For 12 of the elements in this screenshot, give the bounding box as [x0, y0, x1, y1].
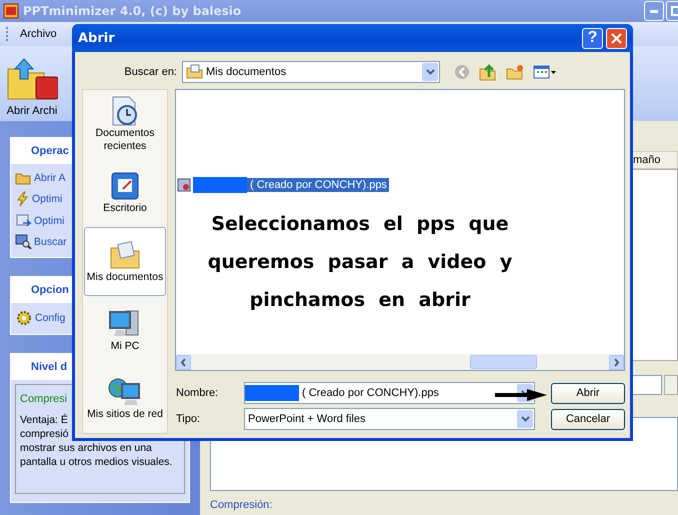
- info-text: pantalla u otros medios visuales.: [20, 455, 172, 469]
- group-label: Compresión:: [210, 499, 274, 511]
- file-type-label: Tipo:: [175, 413, 202, 425]
- file-name-label: Nombre:: [175, 387, 220, 399]
- info-text: mostrar sus archivos en una: [20, 441, 152, 455]
- dialog-title: Abrir: [78, 30, 115, 46]
- annotation-text: Seleccionamos el pps que queremos pasar a video y pinchamos en abrir: [206, 212, 514, 313]
- window-title: PPTminimizer 4.0, (c) by balesio: [23, 4, 242, 18]
- info-text: compresió: [20, 427, 68, 441]
- info-text: Ventaja: É: [20, 413, 68, 427]
- info-title: Compresi: [20, 393, 68, 405]
- look-in-label: Buscar en:: [123, 66, 178, 78]
